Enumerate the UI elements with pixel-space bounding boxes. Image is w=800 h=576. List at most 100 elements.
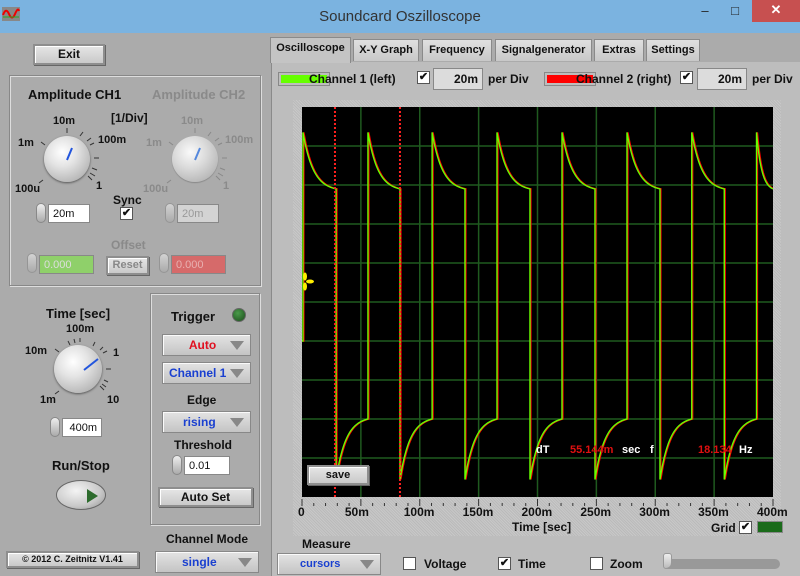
play-icon bbox=[87, 489, 98, 503]
time-spinner[interactable] bbox=[50, 417, 60, 437]
amplitude-ch2-title: Amplitude CH2 bbox=[152, 87, 246, 102]
x-axis-tick-label: 350m bbox=[698, 505, 729, 519]
copyright-label: © 2012 C. Zeitnitz V1.41 bbox=[6, 551, 139, 568]
trigger-marker-icon bbox=[303, 282, 307, 291]
grid-color-swatch[interactable] bbox=[757, 521, 783, 533]
channel2-label: Channel 2 (right) bbox=[576, 72, 672, 86]
threshold-input[interactable]: 0.01 bbox=[184, 456, 230, 475]
amplitude-ch1-spinner[interactable] bbox=[36, 203, 46, 223]
edge-label: Edge bbox=[187, 393, 217, 407]
x-axis-tick-label: 150m bbox=[462, 505, 494, 519]
x-axis-tick-label: 200m bbox=[521, 505, 553, 519]
time-checkbox[interactable]: ✔ bbox=[498, 557, 511, 570]
channel1-label: Channel 1 (left) bbox=[309, 72, 396, 86]
offset-label: Offset bbox=[111, 238, 146, 252]
oscilloscope-plot-svg bbox=[302, 107, 775, 497]
zoom-slider-handle[interactable] bbox=[663, 553, 672, 569]
x-axis-tick-label: 50m bbox=[344, 505, 369, 519]
chevron-down-icon bbox=[360, 560, 374, 569]
amplitude-ch2-spinner bbox=[165, 203, 175, 223]
voltage-checkbox[interactable] bbox=[403, 557, 416, 570]
channel-mode-label: Channel Mode bbox=[166, 532, 249, 546]
zoom-slider-track[interactable] bbox=[663, 559, 780, 569]
channel1-per-div-label: per Div bbox=[488, 72, 529, 86]
dt-label: dT bbox=[536, 444, 550, 456]
x-axis-tick-label: 400m bbox=[757, 505, 788, 519]
tab-oscilloscope[interactable]: Oscilloscope bbox=[270, 37, 351, 63]
zoom-label: Zoom bbox=[610, 557, 643, 571]
threshold-spinner[interactable] bbox=[172, 455, 182, 475]
run-stop-label: Run/Stop bbox=[52, 458, 110, 473]
window-title: Soundcard Oszilloscope bbox=[319, 8, 481, 25]
amplitude-ch1-input[interactable]: 20m bbox=[48, 204, 90, 223]
trigger-led-icon bbox=[232, 308, 246, 322]
trigger-title: Trigger bbox=[171, 309, 216, 324]
channel2-per-div-input[interactable]: 20m bbox=[697, 68, 747, 90]
time-label: Time bbox=[518, 557, 546, 571]
channel-mode-value: single bbox=[182, 555, 217, 569]
channel-mode-dropdown[interactable]: single bbox=[155, 551, 259, 573]
tab-xy-graph[interactable]: X-Y Graph bbox=[353, 39, 419, 61]
measure-label: Measure bbox=[302, 537, 351, 551]
offset-ch2-spinner bbox=[159, 253, 169, 273]
time-title: Time [sec] bbox=[46, 306, 111, 321]
voltage-label: Voltage bbox=[424, 557, 467, 571]
run-stop-button[interactable] bbox=[56, 480, 106, 510]
close-button[interactable]: ✕ bbox=[752, 0, 800, 22]
threshold-label: Threshold bbox=[174, 438, 233, 452]
frequency-unit: Hz bbox=[739, 444, 753, 456]
measure-mode-dropdown[interactable]: cursors bbox=[277, 553, 381, 575]
knob-scale-icon bbox=[54, 338, 111, 395]
x-axis-tick-label: 100m bbox=[403, 505, 435, 519]
frequency-label: f bbox=[650, 444, 654, 456]
x-axis-tick-label: 0 bbox=[298, 505, 305, 519]
amplitude-ch2-input: 20m bbox=[177, 204, 219, 223]
grid-checkbox[interactable]: ✔ bbox=[739, 521, 752, 534]
chevron-down-icon bbox=[230, 369, 244, 378]
zoom-checkbox[interactable] bbox=[590, 557, 603, 570]
offset-ch1-input: 0.000 bbox=[39, 255, 94, 274]
offset-ch1-spinner bbox=[27, 253, 37, 273]
frequency-value: 18.134 bbox=[698, 444, 732, 456]
amplitude-ch1-title: Amplitude CH1 bbox=[28, 87, 122, 102]
tab-signalgenerator[interactable]: Signalgenerator bbox=[495, 39, 592, 61]
trigger-marker-icon bbox=[306, 279, 314, 284]
chevron-down-icon bbox=[238, 558, 252, 567]
offset-ch2-input: 0.000 bbox=[171, 255, 226, 274]
grid-label: Grid bbox=[711, 521, 736, 535]
minimize-button[interactable]: – bbox=[690, 0, 720, 22]
offset-reset-button: Reset bbox=[106, 256, 149, 275]
channel2-per-div-label: per Div bbox=[752, 72, 793, 86]
maximize-button[interactable]: □ bbox=[720, 0, 750, 22]
trigger-mode-value: Auto bbox=[188, 338, 217, 352]
chevron-down-icon bbox=[230, 341, 244, 350]
tab-frequency[interactable]: Frequency bbox=[422, 39, 492, 61]
time-input[interactable]: 400m bbox=[62, 418, 102, 437]
exit-button[interactable]: Exit bbox=[33, 44, 105, 65]
amplitude-unit-label: [1/Div] bbox=[111, 111, 148, 125]
sync-checkbox[interactable]: ✔ bbox=[120, 207, 133, 220]
trigger-source-dropdown[interactable]: Channel 1 bbox=[162, 362, 251, 384]
channel2-enable-checkbox[interactable]: ✔ bbox=[680, 71, 693, 84]
trigger-marker-icon bbox=[303, 272, 307, 281]
knob-scale-icon bbox=[166, 128, 227, 184]
trigger-mode-dropdown[interactable]: Auto bbox=[162, 334, 251, 356]
x-axis-tick-label: 250m bbox=[580, 505, 612, 519]
sync-label: Sync bbox=[113, 193, 142, 207]
tab-settings[interactable]: Settings bbox=[646, 39, 700, 61]
x-axis-tick-label: 300m bbox=[639, 505, 670, 519]
save-button[interactable]: save bbox=[307, 465, 369, 485]
edge-dropdown[interactable]: rising bbox=[162, 411, 251, 433]
knob-scale-icon bbox=[38, 128, 99, 184]
oscilloscope-plot[interactable] bbox=[302, 107, 775, 497]
channel1-enable-checkbox[interactable]: ✔ bbox=[417, 71, 430, 84]
chevron-down-icon bbox=[230, 418, 244, 427]
auto-set-button[interactable]: Auto Set bbox=[158, 487, 253, 507]
channel1-per-div-input[interactable]: 20m bbox=[433, 68, 483, 90]
edge-value: rising bbox=[183, 415, 216, 429]
trigger-source-value: Channel 1 bbox=[169, 366, 227, 380]
dt-unit: sec bbox=[622, 444, 641, 456]
dt-value: 55.144m bbox=[570, 444, 614, 456]
tab-extras[interactable]: Extras bbox=[594, 39, 644, 61]
x-axis-title: Time [sec] bbox=[512, 520, 572, 534]
